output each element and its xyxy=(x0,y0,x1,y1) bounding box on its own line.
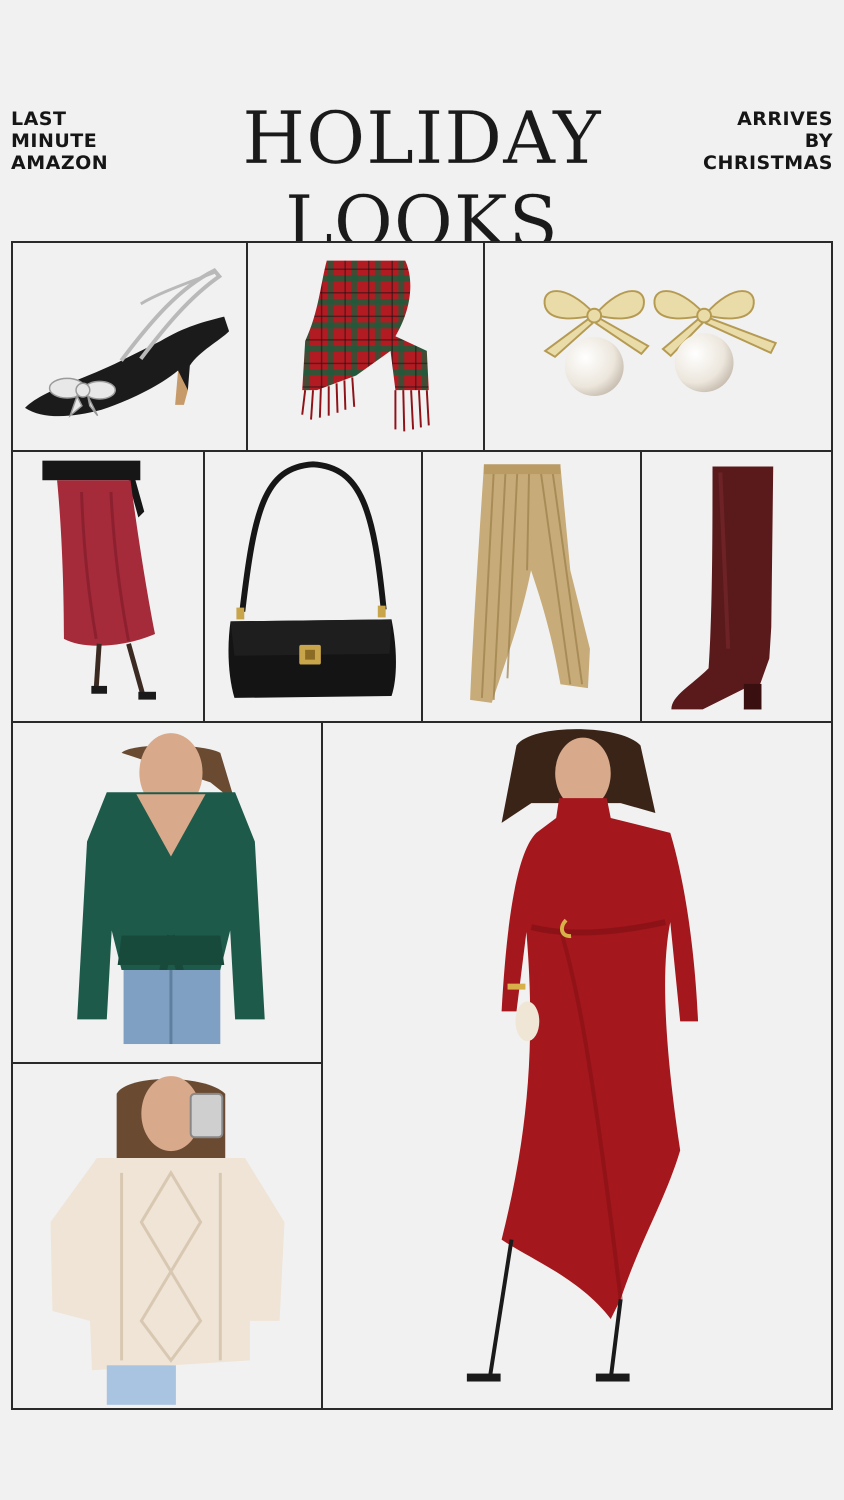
header-right-line: CHRISTMAS xyxy=(703,152,833,174)
header-right-tagline: ARRIVES BY CHRISTMAS xyxy=(703,108,833,174)
product-tile-satin-midi-skirt[interactable] xyxy=(11,450,205,723)
product-tile-green-wrap-sweater[interactable] xyxy=(11,721,323,1064)
skirt-icon xyxy=(42,460,156,700)
earring-icon xyxy=(543,290,778,397)
product-tile-red-twist-maxi-dress[interactable] xyxy=(321,721,833,1410)
header-left-tagline: LAST MINUTE AMAZON xyxy=(11,108,108,174)
product-tile-gold-pleated-pants[interactable] xyxy=(421,450,642,723)
header-left-line: AMAZON xyxy=(11,152,109,174)
sweater-icon xyxy=(77,733,265,1045)
product-tile-plaid-scarf[interactable] xyxy=(246,241,485,452)
header-right-line: BY xyxy=(804,130,833,152)
shoe-icon xyxy=(25,268,230,418)
boot-icon xyxy=(671,466,774,710)
product-tile-burgundy-knee-boot[interactable] xyxy=(640,450,833,723)
scarf-icon xyxy=(301,260,430,432)
sweater-icon xyxy=(50,1076,285,1405)
pants-icon xyxy=(470,464,590,703)
header-right-line: ARRIVES xyxy=(737,108,833,130)
product-tile-bow-heel-pump[interactable] xyxy=(11,241,248,452)
page-title: HOLIDAY LOOKS xyxy=(242,96,602,264)
product-tile-cream-cable-knit-sweater[interactable] xyxy=(11,1062,323,1410)
header-left-line: LAST xyxy=(11,108,67,130)
product-tile-black-shoulder-bag[interactable] xyxy=(203,450,423,723)
header-left-line: MINUTE xyxy=(11,130,98,152)
dress-icon xyxy=(466,729,699,1382)
handbag-icon xyxy=(228,461,396,698)
product-tile-pearl-bow-earrings[interactable] xyxy=(483,241,833,452)
